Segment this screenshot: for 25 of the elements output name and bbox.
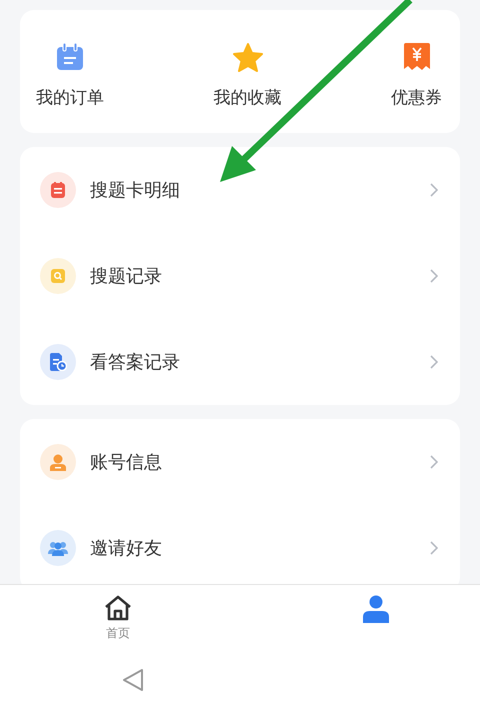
shortcut-link[interactable]: 我的订单 xyxy=(36,86,104,108)
chevron-right-icon xyxy=(430,183,438,197)
chevron-right-icon xyxy=(430,455,438,469)
chevron-right-icon xyxy=(430,541,438,555)
group-icon xyxy=(48,540,68,556)
back-icon[interactable] xyxy=(122,668,144,692)
menu-item[interactable]: 账号信息 xyxy=(90,450,430,474)
chevron-right-icon xyxy=(430,355,438,369)
shortcut-link[interactable]: 我的收藏 xyxy=(214,86,282,108)
notepad-icon xyxy=(51,182,65,198)
search-icon xyxy=(51,269,65,283)
tab[interactable]: 首页 xyxy=(104,595,132,645)
menu-item[interactable]: 搜题卡明细 xyxy=(90,178,430,202)
shortcut-link[interactable]: 优惠券 xyxy=(391,86,442,108)
star-icon xyxy=(232,42,264,72)
calendar-icon xyxy=(55,42,85,72)
chevron-right-icon xyxy=(430,269,438,283)
menu-item[interactable]: 搜题记录 xyxy=(90,264,430,288)
menu-item[interactable]: 看答案记录 xyxy=(90,350,430,374)
person-icon xyxy=(50,454,66,470)
person-icon xyxy=(362,595,390,623)
menu-item[interactable]: 邀请好友 xyxy=(90,536,430,560)
home-icon xyxy=(104,595,132,621)
coupon-icon xyxy=(402,42,430,72)
document-clock-icon xyxy=(49,353,67,371)
